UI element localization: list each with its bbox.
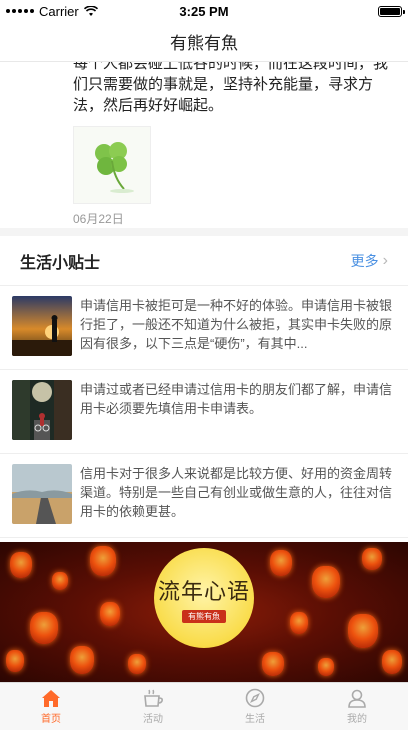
lantern-decor (318, 658, 334, 676)
post-card[interactable]: 每个人都会碰上低谷的时候，而在这段时间，我们只需要做的事就是，坚持补充能量，寻求… (0, 62, 408, 228)
tab-label: 活动 (143, 714, 163, 725)
page-title: 有熊有魚 (170, 34, 238, 53)
tips-header: 生活小贴士 更多 › (0, 236, 408, 286)
clover-icon (95, 142, 134, 193)
lantern-decor (70, 646, 94, 674)
more-label: 更多 (350, 252, 379, 269)
lantern-decor (90, 546, 116, 576)
post-text: 每个人都会碰上低谷的时候，而在这段时间，我们只需要做的事就是，坚持补充能量，寻求… (73, 62, 389, 114)
tab-label: 生活 (245, 714, 265, 725)
post-image[interactable] (73, 126, 151, 204)
coffee-cup-icon (144, 689, 163, 707)
lantern-decor (362, 548, 382, 570)
lantern-decor (382, 650, 402, 674)
tab-label: 我的 (347, 714, 367, 725)
user-icon (348, 689, 366, 708)
tab-home[interactable]: 首页 (0, 683, 102, 730)
tab-label: 首页 (41, 714, 61, 725)
lantern-decor (270, 550, 292, 576)
lantern-decor (100, 602, 120, 626)
tip-text: 申请信用卡被拒可是一种不好的体验。申请信用卡被银行拒了，一般还不知道为什么被拒，… (80, 298, 393, 351)
status-left: Carrier (6, 4, 98, 19)
lantern-decor (10, 552, 32, 578)
tab-activity[interactable]: 活动 (102, 683, 204, 730)
street-cyclist-thumb (12, 380, 72, 440)
chevron-right-icon: › (382, 251, 388, 269)
lantern-decor (52, 572, 68, 590)
wifi-icon (83, 5, 98, 16)
banner-emblem: 流年心语 有熊有魚 (154, 548, 254, 648)
tip-item[interactable]: 申请过或者已经申请过信用卡的朋友们都了解，申请信用卡必须要先填信用卡申请表。 (0, 370, 408, 454)
promo-banner[interactable]: 流年心语 有熊有魚 (0, 542, 408, 682)
nav-bar: 有熊有魚 (0, 22, 408, 62)
tip-item[interactable]: 信用卡对于很多人来说都是比较方便、好用的资金周转渠道。特别是一些自己有创业或做生… (0, 454, 408, 538)
sunset-person-thumb (12, 296, 72, 356)
tips-title: 生活小贴士 (20, 254, 101, 272)
compass-icon (245, 688, 265, 708)
banner-tag: 有熊有魚 (182, 609, 226, 623)
tip-text: 信用卡对于很多人来说都是比较方便、好用的资金周转渠道。特别是一些自己有创业或做生… (80, 466, 393, 519)
tab-life[interactable]: 生活 (204, 683, 306, 730)
lantern-decor (348, 614, 378, 648)
lantern-decor (6, 650, 24, 672)
status-bar: Carrier 3:25 PM (0, 0, 408, 22)
tab-me[interactable]: 我的 (306, 683, 408, 730)
tip-text: 申请过或者已经申请过信用卡的朋友们都了解，申请信用卡必须要先填信用卡申请表。 (80, 382, 393, 416)
battery-icon (378, 5, 405, 17)
tab-bar: 首页 活动 生活 我的 (0, 682, 408, 730)
feed-scroll[interactable]: 每个人都会碰上低谷的时候，而在这段时间，我们只需要做的事就是，坚持补充能量，寻求… (0, 62, 408, 682)
lantern-decor (30, 612, 58, 644)
lantern-decor (290, 612, 308, 634)
home-icon (42, 690, 60, 707)
tip-item[interactable]: 申请信用卡被拒可是一种不好的体验。申请信用卡被银行拒了，一般还不知道为什么被拒，… (0, 286, 408, 370)
more-button[interactable]: 更多 › (351, 251, 388, 271)
lantern-decor (262, 652, 284, 676)
signal-icon (6, 9, 34, 13)
road-landscape-thumb (12, 464, 72, 524)
section-separator (0, 228, 408, 236)
banner-title: 流年心语 (157, 579, 250, 605)
lantern-decor (128, 654, 146, 674)
post-date: 06月22日 (73, 212, 124, 226)
lantern-decor (312, 566, 340, 598)
carrier-label: Carrier (39, 3, 79, 19)
